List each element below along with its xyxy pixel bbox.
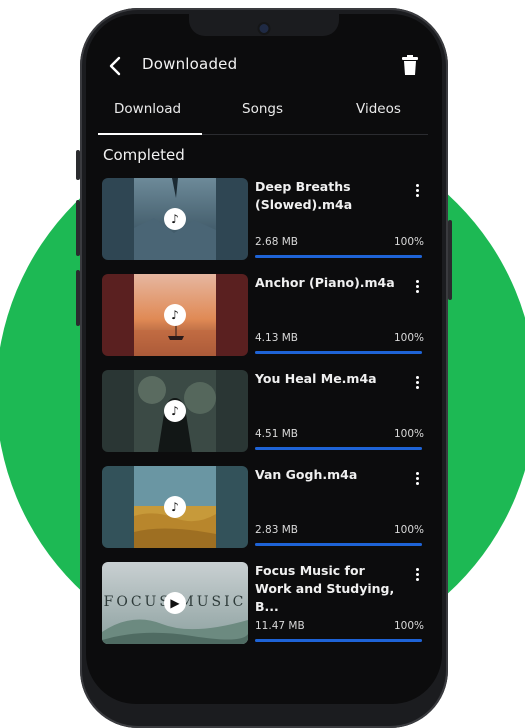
dynamic-island [189, 14, 339, 36]
more-options-icon[interactable] [410, 566, 424, 586]
list-item[interactable]: ♪ You Heal Me.m4a 4.51 MB 100% [102, 370, 424, 452]
file-name: Deep Breaths (Slowed).m4a [255, 179, 353, 212]
progress-bar-fill [255, 255, 422, 258]
tab-download[interactable]: Download [114, 101, 181, 117]
album-art-thumbnail: ♪ [102, 466, 248, 548]
progress-bar [255, 255, 422, 258]
file-name: Van Gogh.m4a [255, 467, 358, 482]
trash-icon[interactable] [400, 54, 420, 76]
album-art-thumbnail: ♪ [102, 370, 248, 452]
tab-songs[interactable]: Songs [242, 101, 283, 117]
front-camera-icon [257, 22, 271, 35]
download-percent: 100% [393, 332, 424, 344]
mute-switch [76, 150, 80, 180]
file-size: 4.51 MB [255, 428, 298, 440]
file-size: 2.83 MB [255, 524, 298, 536]
app-screen: Downloaded Download Songs Videos Complet… [86, 14, 442, 704]
progress-bar [255, 447, 422, 450]
file-name: Focus Music for Work and Studying, B... [255, 563, 395, 614]
more-options-icon[interactable] [410, 470, 424, 490]
more-options-icon[interactable] [410, 374, 424, 394]
app-header: Downloaded [86, 50, 442, 80]
file-name: You Heal Me.m4a [255, 371, 377, 386]
volume-down-button [76, 270, 80, 326]
tab-bar: Download Songs Videos [98, 98, 428, 135]
list-item[interactable]: FOCUS MUSIC ▶ Focus Music for Work and S… [102, 562, 424, 644]
file-size: 11.47 MB [255, 620, 305, 632]
file-size: 4.13 MB [255, 332, 298, 344]
file-name: Anchor (Piano).m4a [255, 275, 395, 290]
power-button [448, 220, 452, 300]
volume-up-button [76, 200, 80, 256]
list-item[interactable]: ♪ Anchor (Piano).m4a 4.13 MB 100% [102, 274, 424, 356]
progress-bar [255, 351, 422, 354]
progress-bar [255, 639, 422, 642]
video-thumbnail: FOCUS MUSIC ▶ [102, 562, 248, 644]
back-chevron-icon[interactable] [104, 54, 128, 78]
list-item[interactable]: ♪ Deep Breaths (Slowed).m4a 2.68 MB 100% [102, 178, 424, 260]
more-options-icon[interactable] [410, 182, 424, 202]
download-percent: 100% [393, 524, 424, 536]
music-note-icon: ♪ [164, 208, 186, 230]
more-options-icon[interactable] [410, 278, 424, 298]
download-percent: 100% [393, 236, 424, 248]
progress-bar [255, 543, 422, 546]
progress-bar-fill [255, 543, 422, 546]
progress-bar-fill [255, 447, 422, 450]
list-item[interactable]: ♪ Van Gogh.m4a 2.83 MB 100% [102, 466, 424, 548]
tab-videos[interactable]: Videos [356, 101, 401, 117]
music-note-icon: ♪ [164, 304, 186, 326]
album-art-thumbnail: ♪ [102, 274, 248, 356]
file-size: 2.68 MB [255, 236, 298, 248]
progress-bar-fill [255, 639, 422, 642]
progress-bar-fill [255, 351, 422, 354]
music-note-icon: ♪ [164, 400, 186, 422]
album-art-thumbnail: ♪ [102, 178, 248, 260]
play-icon: ▶ [164, 592, 186, 614]
music-note-icon: ♪ [164, 496, 186, 518]
download-percent: 100% [393, 428, 424, 440]
page-title: Downloaded [142, 55, 238, 73]
section-title: Completed [103, 146, 185, 164]
active-tab-indicator [98, 133, 202, 135]
download-percent: 100% [393, 620, 424, 632]
